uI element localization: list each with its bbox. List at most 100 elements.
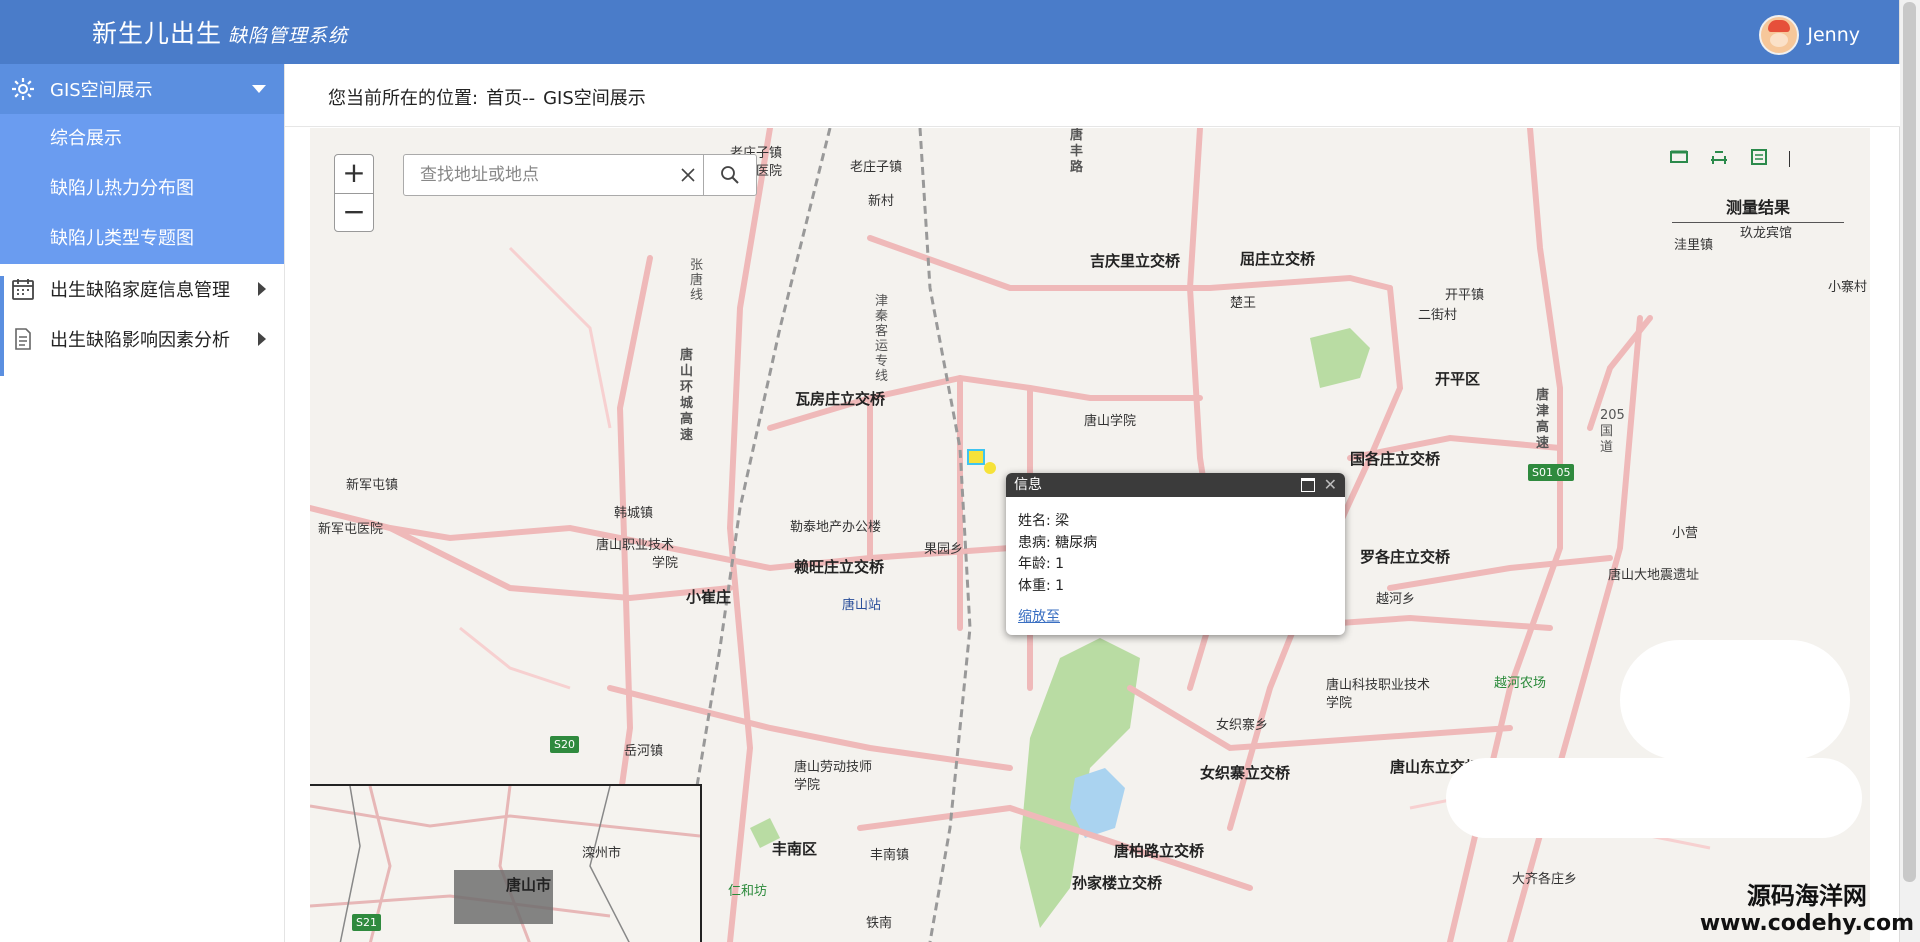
map-label: 学院 — [652, 556, 679, 571]
zoom-control: + − — [334, 154, 374, 232]
mask-blob — [1620, 640, 1850, 760]
page-scrollbar[interactable] — [1899, 0, 1920, 942]
map-label: 丰南镇 — [870, 848, 910, 863]
map-label: 唐山站 — [842, 598, 882, 613]
measure-location-icon[interactable] — [1749, 148, 1769, 170]
app-title-main: 新生儿出生 — [92, 19, 223, 48]
app-title-sub: 缺陷管理系统 — [228, 25, 349, 47]
scrollbar-thumb[interactable] — [1903, 2, 1916, 882]
info-popup: 信息 ✕ 姓名: 梁 患病: 糖尿病 年龄: 1 体重: 1 缩放至 — [1006, 473, 1345, 635]
measure-area-icon[interactable] — [1669, 148, 1689, 170]
measure-toolbar — [1669, 148, 1790, 170]
map-label: 唐山劳动技师 — [794, 760, 873, 775]
zoom-to-link[interactable]: 缩放至 — [1018, 607, 1333, 629]
caret-right-icon — [258, 282, 266, 296]
map-label: 张唐线 — [690, 258, 704, 303]
caret-right-icon — [258, 332, 266, 346]
sidebar-item-overview[interactable]: 综合展示 — [0, 114, 284, 164]
road-shield: S20 — [550, 736, 579, 753]
map-label: 唐山科技职业技术 — [1326, 678, 1431, 693]
watermark: 源码海洋网 www.codehy.com — [1700, 876, 1914, 936]
breadcrumb-bar: 您当前所在的位置: 首页-- GIS空间展示 — [285, 64, 1900, 127]
map-label: 孙家楼立交桥 — [1072, 874, 1163, 892]
sidebar-submenu-gis: 综合展示 缺陷儿热力分布图 缺陷儿类型专题图 — [0, 114, 284, 264]
map-label: 老庄子镇 — [850, 160, 903, 175]
map-label: 二街村 — [1418, 308, 1458, 323]
map-label: 唐丰路 — [1070, 128, 1084, 175]
calendar-icon — [10, 276, 36, 302]
map-label: 果园乡 — [924, 542, 964, 557]
road-shield: S01 05 — [1528, 464, 1575, 481]
map-label: 开平区 — [1435, 370, 1481, 388]
map-label: 新军屯镇 — [346, 478, 399, 493]
map-label: 小寨村 — [1828, 280, 1868, 295]
map-label: 越河乡 — [1376, 592, 1416, 607]
app-title: 新生儿出生 缺陷管理系统 — [92, 14, 348, 50]
map-label: 韩城镇 — [614, 506, 654, 521]
user-menu[interactable]: Jenny — [1759, 15, 1860, 55]
map-label: 开平镇 — [1445, 288, 1485, 303]
search-input[interactable] — [418, 157, 674, 193]
map-view[interactable]: 老庄子镇 中心医院 老庄子镇 新村 吉庆里立交桥 屈庄立交桥 楚王 开平镇 二街… — [310, 128, 1870, 942]
popup-field-name: 姓名: 梁 — [1018, 513, 1070, 529]
sidebar-group-family-info[interactable]: 出生缺陷家庭信息管理 — [0, 264, 284, 314]
sidebar-accent — [0, 276, 4, 376]
close-icon[interactable]: ✕ — [1324, 473, 1337, 497]
map-label: 新军屯医院 — [318, 522, 384, 537]
popup-field-age: 年龄: 1 — [1018, 556, 1065, 572]
map-label: 楚王 — [1230, 296, 1257, 311]
sidebar: GIS空间展示 综合展示 缺陷儿热力分布图 缺陷儿类型专题图 出生缺陷家庭信息管… — [0, 64, 285, 942]
map-label: 屈庄立交桥 — [1240, 250, 1316, 268]
user-name[interactable]: Jenny — [1807, 24, 1860, 46]
sidebar-group-gis[interactable]: GIS空间展示 — [0, 64, 284, 114]
overview-label: 唐山市 — [506, 876, 552, 894]
sidebar-item-type-map[interactable]: 缺陷儿类型专题图 — [0, 214, 284, 264]
toolbar-divider — [1789, 151, 1790, 167]
popup-body: 姓名: 梁 患病: 糖尿病 年龄: 1 体重: 1 缩放至 — [1006, 497, 1345, 635]
map-label: 唐山学院 — [1084, 414, 1137, 429]
breadcrumb: 您当前所在的位置: 首页-- GIS空间展示 — [328, 84, 654, 110]
watermark-title: 源码海洋网 — [1746, 882, 1867, 910]
map-label: 唐山环城高速 — [680, 348, 694, 443]
map-label: 津秦客运专线 — [875, 294, 889, 384]
maximize-icon[interactable] — [1301, 478, 1315, 492]
search-button[interactable] — [702, 155, 756, 195]
breadcrumb-home[interactable]: 首页-- — [486, 88, 535, 109]
sidebar-group-label: 出生缺陷影响因素分析 — [50, 330, 230, 351]
sidebar-group-label: 出生缺陷家庭信息管理 — [50, 280, 230, 301]
sidebar-group-factor-analysis[interactable]: 出生缺陷影响因素分析 — [0, 314, 284, 364]
popup-field-weight: 体重: 1 — [1018, 577, 1065, 594]
app-header: 新生儿出生 缺陷管理系统 Jenny — [0, 0, 1900, 64]
map-label: 丰南区 — [772, 840, 818, 858]
map-label: 勒泰地产办公楼 — [790, 520, 882, 535]
map-search — [403, 154, 757, 196]
map-label: 国各庄立交桥 — [1350, 450, 1441, 468]
map-label: 女织寨乡 — [1216, 718, 1269, 733]
overview-map[interactable]: 滦州市 唐山市 S21 — [310, 784, 702, 942]
map-label: 新村 — [868, 194, 895, 209]
map-label: 唐山职业技术 — [596, 538, 675, 553]
measure-distance-icon[interactable] — [1709, 148, 1729, 170]
zoom-out-button[interactable]: − — [335, 194, 373, 232]
breadcrumb-current: GIS空间展示 — [543, 88, 646, 109]
map-label: 岳河镇 — [624, 744, 664, 759]
measure-result-title: 测量结果 — [1672, 194, 1844, 223]
map-label: 洼里镇 — [1674, 238, 1714, 253]
sidebar-group-label: GIS空间展示 — [50, 80, 153, 101]
map-label: 仁和坊 — [728, 884, 768, 899]
popup-title: 信息 — [1014, 477, 1042, 493]
clear-icon[interactable] — [674, 156, 703, 194]
map-label: 唐津高速 — [1536, 388, 1550, 451]
map-label: 小营 — [1672, 526, 1699, 541]
overview-label: 滦州市 — [582, 846, 622, 861]
map-label: 瓦房庄立交桥 — [795, 390, 886, 408]
watermark-url: www.codehy.com — [1699, 911, 1914, 936]
map-label: 玖龙宾馆 — [1740, 226, 1793, 241]
caret-down-icon — [252, 85, 266, 93]
avatar[interactable] — [1759, 15, 1800, 55]
sidebar-item-heatmap[interactable]: 缺陷儿热力分布图 — [0, 164, 284, 214]
map-label: 唐柏路立交桥 — [1114, 842, 1205, 860]
map-label: 学院 — [1326, 696, 1353, 711]
map-label: 罗各庄立交桥 — [1360, 548, 1451, 566]
zoom-in-button[interactable]: + — [335, 155, 373, 194]
